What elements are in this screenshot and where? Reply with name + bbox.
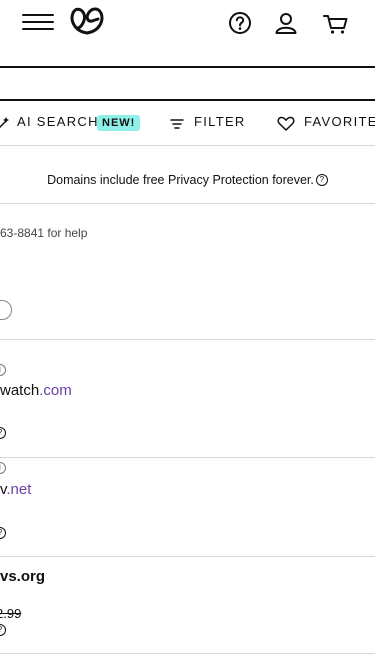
question-circle-icon[interactable]: ?: [0, 427, 6, 439]
favorites-button[interactable]: FAVORITE: [304, 114, 375, 129]
domain-result-name[interactable]: watch.com: [0, 382, 72, 399]
heart-icon: [277, 116, 295, 136]
question-circle-icon[interactable]: ?: [0, 624, 6, 636]
privacy-notice-text: Domains include free Privacy Protection …: [47, 173, 314, 187]
divider: [0, 203, 375, 204]
domain-search-input[interactable]: [0, 66, 375, 101]
chip-button[interactable]: [0, 300, 12, 320]
privacy-notice: Domains include free Privacy Protection …: [0, 173, 375, 187]
filter-button[interactable]: FILTER: [194, 114, 246, 129]
ai-search-button[interactable]: AI SEARCH: [17, 114, 99, 129]
divider: [0, 653, 375, 654]
divider: [0, 145, 375, 146]
ai-search-icon: [0, 116, 11, 135]
domain-result-name[interactable]: vs.org: [0, 568, 45, 585]
help-phone-text: 63-8841 for help: [0, 226, 88, 240]
help-question-icon[interactable]: [226, 9, 254, 37]
info-icon[interactable]: i: [0, 462, 6, 474]
shopping-cart-icon[interactable]: [322, 9, 350, 37]
hamburger-menu-icon[interactable]: [22, 12, 54, 32]
question-circle-icon[interactable]: ?: [315, 174, 328, 186]
question-circle-icon[interactable]: ?: [0, 527, 6, 539]
original-price: 2.99: [0, 606, 22, 621]
filter-icon: [170, 117, 184, 135]
user-account-icon[interactable]: [272, 9, 300, 37]
divider: [0, 339, 375, 340]
results-toolbar: AI SEARCH NEW! FILTER FAVORITE: [0, 108, 375, 138]
divider: [0, 556, 375, 557]
new-badge: NEW!: [97, 115, 141, 131]
divider: [0, 457, 375, 458]
godaddy-logo[interactable]: [68, 6, 106, 36]
info-icon[interactable]: i: [0, 364, 6, 376]
domain-result-name[interactable]: v.net: [0, 481, 31, 498]
